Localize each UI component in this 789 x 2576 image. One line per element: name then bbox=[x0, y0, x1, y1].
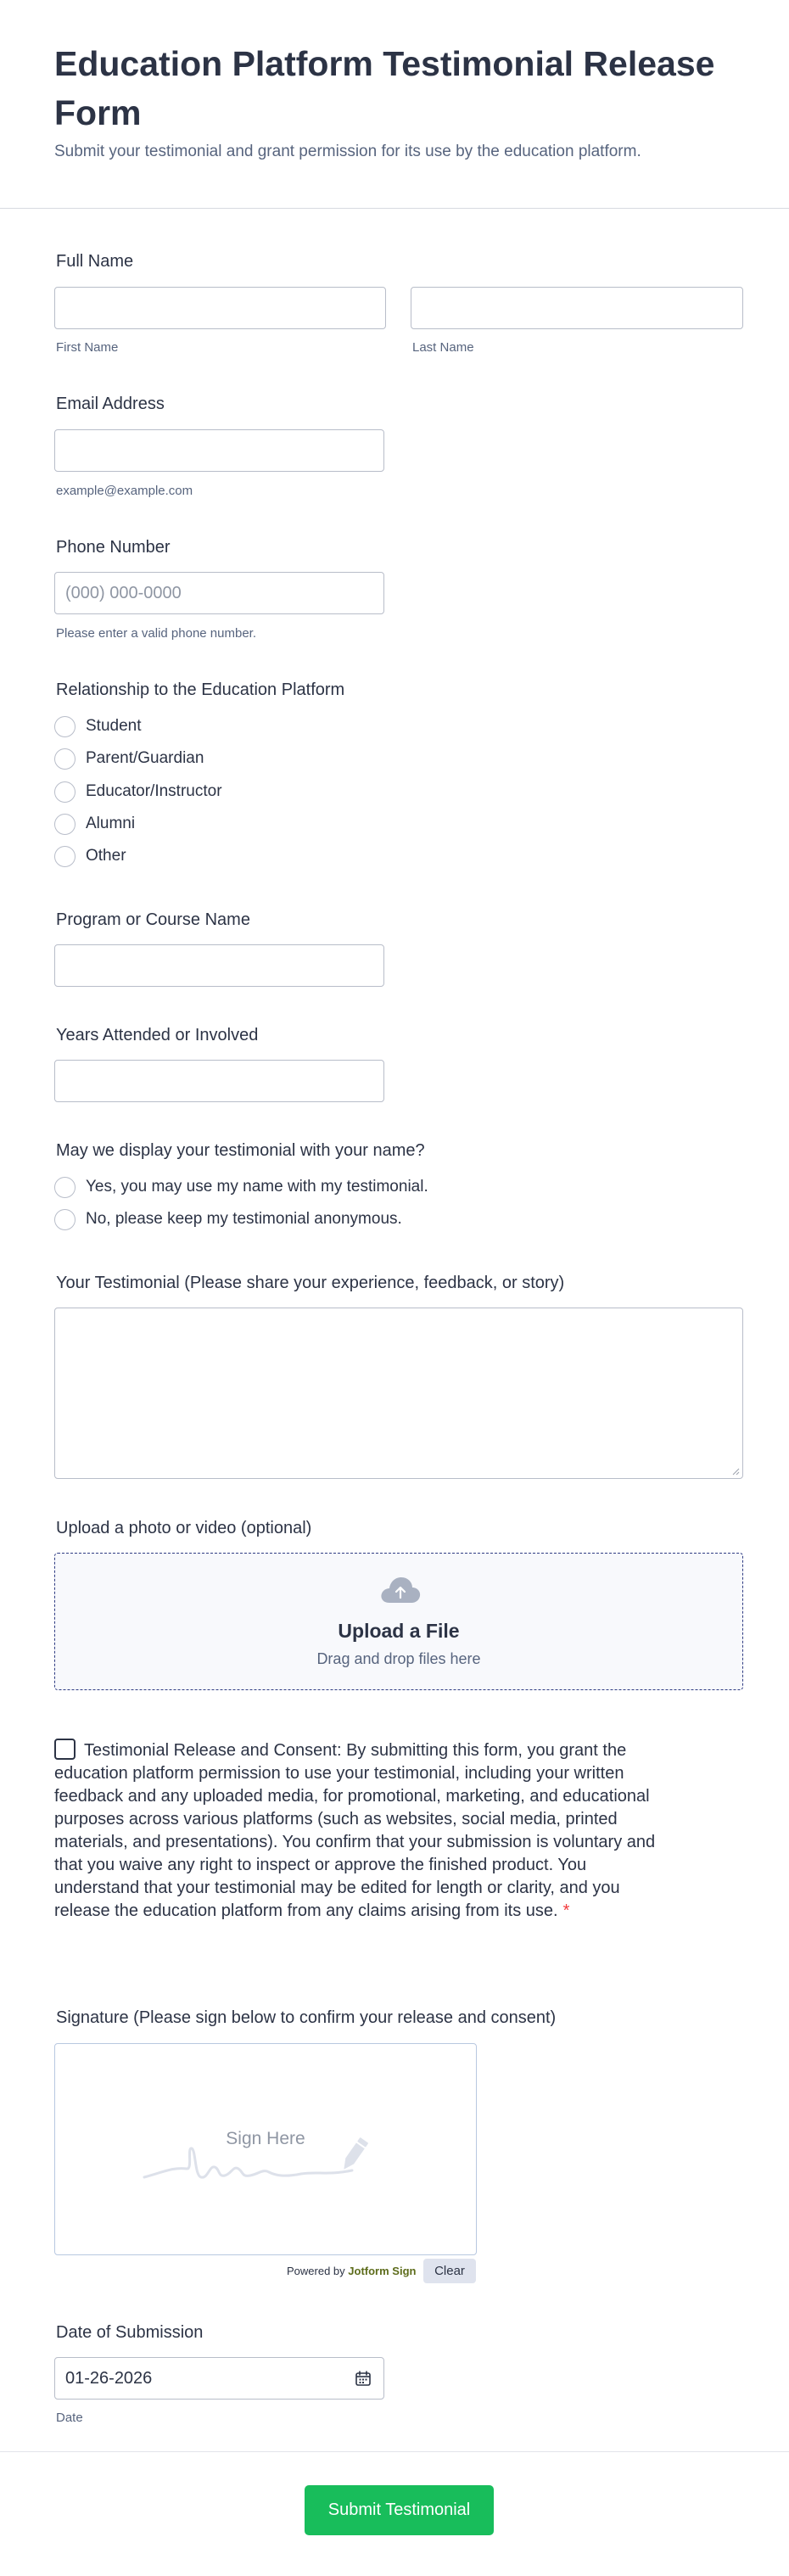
first-name-sublabel: First Name bbox=[56, 340, 119, 355]
radio-button[interactable] bbox=[54, 1176, 76, 1198]
signature-pad[interactable]: Sign Here bbox=[54, 2043, 477, 2255]
upload-label: Upload a photo or video (optional) bbox=[56, 1519, 312, 1537]
phone-label: Phone Number bbox=[56, 538, 171, 557]
radio-button[interactable] bbox=[54, 715, 76, 737]
email-label: Email Address bbox=[56, 395, 165, 413]
date-sublabel: Date bbox=[56, 2411, 83, 2425]
full-name-label: Full Name bbox=[56, 252, 134, 271]
radio-label: No, please keep my testimonial anonymous… bbox=[86, 1210, 402, 1228]
radio-label: Alumni bbox=[86, 815, 136, 832]
radio-label: Educator/Instructor bbox=[86, 782, 222, 800]
submit-button[interactable]: Submit Testimonial bbox=[305, 2485, 494, 2535]
powered-brand[interactable]: Jotform Sign bbox=[348, 2265, 416, 2277]
relationship-option-alumni[interactable]: Alumni bbox=[54, 811, 135, 837]
relationship-option-student[interactable]: Student bbox=[54, 714, 142, 739]
years-input[interactable] bbox=[54, 1060, 384, 1102]
footer-divider bbox=[0, 2451, 789, 2452]
calendar-icon[interactable] bbox=[355, 2370, 372, 2387]
date-label: Date of Submission bbox=[56, 2323, 204, 2342]
consent-block: Testimonial Release and Consent: By subm… bbox=[54, 1739, 665, 1923]
cloud-upload-icon bbox=[381, 1577, 421, 1603]
relationship-option-other[interactable]: Other bbox=[54, 843, 126, 869]
radio-button[interactable] bbox=[54, 813, 76, 835]
display-name-label: May we display your testimonial with you… bbox=[56, 1141, 425, 1160]
upload-title: Upload a File bbox=[338, 1620, 460, 1642]
radio-label: Other bbox=[86, 847, 126, 865]
powered-prefix: Powered by bbox=[287, 2265, 345, 2277]
required-mark: * bbox=[562, 1901, 570, 1920]
radio-button[interactable] bbox=[54, 845, 76, 867]
radio-button[interactable] bbox=[54, 748, 76, 770]
phone-placeholder: (000) 000-0000 bbox=[65, 583, 182, 602]
last-name-sublabel: Last Name bbox=[412, 340, 474, 355]
program-label: Program or Course Name bbox=[56, 910, 250, 929]
form-subtitle: Submit your testimonial and grant permis… bbox=[54, 143, 641, 160]
relationship-option-parent[interactable]: Parent/Guardian bbox=[54, 746, 204, 771]
date-input[interactable]: 01-26-2026 bbox=[54, 2357, 384, 2400]
upload-subtitle: Drag and drop files here bbox=[316, 1650, 481, 1667]
first-name-input[interactable] bbox=[54, 287, 386, 329]
radio-label: Student bbox=[86, 717, 142, 735]
testimonial-label: Your Testimonial (Please share your expe… bbox=[56, 1274, 565, 1292]
display-name-option-no[interactable]: No, please keep my testimonial anonymous… bbox=[54, 1207, 402, 1232]
email-sublabel: example@example.com bbox=[56, 484, 193, 498]
signature-label: Signature (Please sign below to confirm … bbox=[56, 2008, 557, 2027]
form-header: Education Platform Testimonial Release F… bbox=[0, 0, 789, 209]
last-name-input[interactable] bbox=[411, 287, 743, 329]
signature-hint: Sign Here bbox=[226, 2129, 305, 2148]
radio-button[interactable] bbox=[54, 781, 76, 803]
consent-text: Testimonial Release and Consent: By subm… bbox=[54, 1741, 656, 1920]
consent-checkbox[interactable] bbox=[54, 1739, 76, 1760]
file-upload-dropzone[interactable]: Upload a File Drag and drop files here bbox=[54, 1553, 743, 1690]
email-input[interactable] bbox=[54, 429, 384, 472]
form-title: Education Platform Testimonial Release F… bbox=[54, 44, 715, 132]
powered-by: Powered by Jotform Sign bbox=[287, 2264, 416, 2279]
phone-sublabel: Please enter a valid phone number. bbox=[56, 626, 256, 641]
relationship-option-educator[interactable]: Educator/Instructor bbox=[54, 779, 222, 804]
years-label: Years Attended or Involved bbox=[56, 1026, 259, 1044]
display-name-option-yes[interactable]: Yes, you may use my name with my testimo… bbox=[54, 1174, 428, 1200]
clear-signature-button[interactable]: Clear bbox=[423, 2259, 476, 2283]
testimonial-textarea[interactable] bbox=[54, 1308, 743, 1479]
relationship-label: Relationship to the Education Platform bbox=[56, 680, 345, 699]
radio-button[interactable] bbox=[54, 1208, 76, 1230]
date-value: 01-26-2026 bbox=[65, 2368, 153, 2388]
phone-input[interactable]: (000) 000-0000 bbox=[54, 572, 384, 614]
resize-handle-icon[interactable] bbox=[731, 1467, 740, 1476]
program-input[interactable] bbox=[54, 944, 384, 987]
radio-label: Yes, you may use my name with my testimo… bbox=[86, 1178, 428, 1196]
radio-label: Parent/Guardian bbox=[86, 749, 204, 767]
